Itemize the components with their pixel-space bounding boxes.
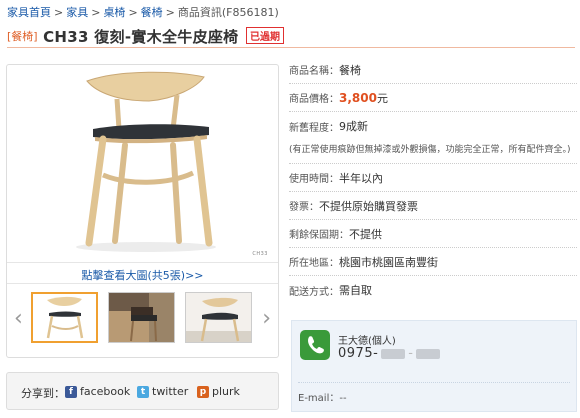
seller-contact: 王大德(個人) 0975- - E-mail：-- (291, 320, 577, 412)
usage-value: 半年以內 (339, 171, 383, 185)
delivery-value: 需自取 (339, 284, 372, 297)
name-value: 餐椅 (339, 63, 361, 77)
facebook-icon: f (65, 385, 77, 398)
share-bar: 分享到： f facebook t twitter p plurk (6, 372, 279, 410)
share-plurk-label: plurk (212, 385, 240, 398)
thumbnail-2[interactable] (108, 292, 175, 343)
image-gallery: CH33 點擊查看大圖(共5張)>> ‹ › (6, 64, 279, 358)
name-label: 商品名稱： (289, 66, 339, 77)
share-facebook-label: facebook (80, 385, 131, 398)
detail-row-warranty: 剩餘保固期： 不提供 (289, 220, 577, 248)
product-details: 商品名稱： 餐椅 商品價格： 3,800 元 新舊程度： 9成新 (有正常使用痕跡… (289, 56, 577, 304)
breadcrumb-home[interactable]: 家具首頁 (7, 6, 51, 19)
detail-row-name: 商品名稱： 餐椅 (289, 56, 577, 84)
share-plurk[interactable]: p plurk (197, 385, 240, 398)
main-product-image[interactable] (7, 65, 278, 263)
phone-icon (300, 330, 330, 360)
phone-mask-1 (381, 348, 406, 359)
location-label: 所在地區： (289, 258, 339, 269)
phone-prefix: 0975- (338, 346, 379, 361)
chevron-right-icon[interactable]: › (262, 306, 271, 331)
price-unit: 元 (376, 91, 388, 105)
share-label: 分享到： (21, 387, 65, 400)
price-value: 3,800 (339, 90, 377, 105)
thumbnail-1[interactable] (31, 292, 98, 343)
title-row: [餐椅] CH33 復刻-實木全牛皮座椅 已過期 (7, 26, 575, 48)
expired-badge: 已過期 (245, 27, 284, 44)
detail-row-invoice: 發票： 不提供原始購買發票 (289, 192, 577, 220)
breadcrumb-separator: > (54, 6, 64, 19)
invoice-label: 發票： (289, 202, 319, 213)
share-twitter[interactable]: t twitter (137, 385, 188, 398)
image-code-label: CH33 (252, 251, 268, 257)
warranty-value: 不提供 (349, 227, 382, 241)
breadcrumb-separator: > (165, 6, 175, 19)
email-label: E-mail： (298, 393, 340, 404)
share-twitter-label: twitter (152, 385, 189, 398)
breadcrumb-separator: > (91, 6, 101, 19)
seller-email: E-mail：-- (298, 382, 570, 404)
breadcrumb-tables-chairs[interactable]: 桌椅 (103, 6, 125, 19)
location-value: 桃園市桃園區南豐街 (339, 255, 438, 269)
detail-row-location: 所在地區： 桃園市桃園區南豐街 (289, 248, 577, 276)
breadcrumb-current: 商品資訊(F856181) (177, 6, 279, 19)
thumbnail-strip: ‹ › (7, 283, 278, 357)
thumbnail-3[interactable] (185, 292, 252, 343)
share-facebook[interactable]: f facebook (65, 385, 130, 398)
invoice-value: 不提供原始購買發票 (319, 199, 418, 213)
breadcrumb: 家具首頁 > 家具 > 桌椅 > 餐椅 > 商品資訊(F856181) (7, 4, 279, 20)
plurk-icon: p (197, 385, 209, 398)
twitter-icon: t (137, 385, 149, 398)
detail-row-price: 商品價格： 3,800 元 (289, 84, 577, 112)
delivery-label: 配送方式： (289, 286, 339, 298)
breadcrumb-separator: > (128, 6, 138, 19)
detail-row-usage: 使用時間： 半年以內 (289, 164, 577, 192)
breadcrumb-furniture[interactable]: 家具 (66, 6, 88, 19)
view-large-image-link[interactable]: 點擊查看大圖(共5張)>> (7, 262, 278, 283)
seller-phone[interactable]: 0975- - (338, 346, 443, 361)
condition-value: 9成新 (339, 120, 368, 133)
condition-note: (有正常使用痕跡但無掉漆或外觀損傷，功能完全正常，所有配件齊全。) (289, 140, 577, 164)
breadcrumb-dining-chairs[interactable]: 餐椅 (141, 6, 163, 19)
usage-label: 使用時間： (289, 174, 339, 185)
detail-row-condition: 新舊程度： 9成新 (289, 112, 577, 140)
price-label: 商品價格： (289, 94, 339, 105)
page-title: CH33 復刻-實木全牛皮座椅 (43, 28, 239, 46)
email-value: -- (339, 393, 347, 404)
seller-name: 王大德(個人) (338, 336, 396, 347)
detail-row-delivery: 配送方式： 需自取 (289, 276, 577, 304)
warranty-label: 剩餘保固期： (289, 230, 349, 241)
category-tag[interactable]: [餐椅] (7, 30, 38, 43)
condition-label: 新舊程度： (289, 122, 339, 134)
chevron-left-icon[interactable]: ‹ (14, 306, 23, 331)
phone-mask-2 (416, 348, 441, 359)
